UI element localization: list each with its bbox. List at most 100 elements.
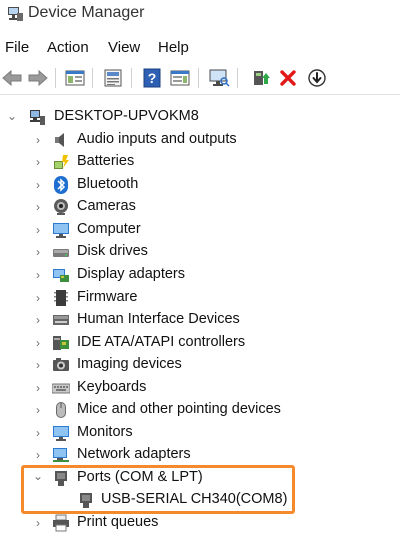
tree-item-display-adapters[interactable]: › Display adapters — [0, 264, 400, 286]
root-label: DESKTOP-UPVOKM8 — [54, 108, 199, 124]
help-icon: ? — [143, 68, 161, 88]
tree-item-label: Cameras — [77, 198, 136, 214]
scan-hardware-button[interactable] — [207, 66, 231, 90]
highlight-box — [21, 465, 295, 514]
back-button[interactable] — [0, 66, 24, 90]
tree-item-disk-drives[interactable]: › Disk drives — [0, 241, 400, 263]
display-adapter-icon — [53, 269, 69, 282]
camera-icon — [54, 199, 68, 215]
update-driver-button[interactable] — [249, 66, 273, 90]
tree-item-firmware[interactable]: › Firmware — [0, 287, 400, 309]
tree-item-label: Display adapters — [77, 266, 185, 282]
chevron-down-icon[interactable]: ⌄ — [7, 110, 17, 122]
forward-button[interactable] — [26, 66, 50, 90]
chevron-right-icon[interactable]: › — [33, 224, 43, 236]
chevron-right-icon[interactable]: › — [33, 179, 43, 191]
tree-item-cameras[interactable]: › Cameras — [0, 196, 400, 218]
tree-item-mice[interactable]: › Mice and other pointing devices — [0, 399, 400, 421]
chevron-right-icon[interactable]: › — [33, 359, 43, 371]
back-arrow-icon — [2, 69, 22, 87]
network-adapter-icon — [53, 448, 69, 462]
keyboard-icon — [52, 383, 70, 394]
tree-item-label: Human Interface Devices — [77, 311, 240, 327]
menu-bar: File Action View Help — [0, 36, 400, 60]
tree-item-label: Imaging devices — [77, 356, 182, 372]
tree-root[interactable]: ⌄ DESKTOP-UPVOKM8 — [0, 106, 400, 128]
chevron-right-icon[interactable]: › — [33, 382, 43, 394]
tree-item-monitors[interactable]: › Monitors — [0, 422, 400, 444]
mouse-icon — [56, 402, 66, 418]
toolbar-separator — [237, 68, 238, 88]
tree-item-print-queues[interactable]: › Print queues — [0, 512, 400, 534]
monitor-icon — [53, 426, 69, 441]
menu-help[interactable]: Help — [158, 39, 189, 56]
disk-drive-icon — [53, 249, 69, 257]
tree-item-label: Firmware — [77, 289, 138, 305]
chevron-right-icon[interactable]: › — [33, 201, 43, 213]
tree-item-label: Computer — [77, 221, 141, 237]
tree-item-batteries[interactable]: › Batteries — [0, 151, 400, 173]
imaging-device-icon — [53, 358, 69, 371]
show-hide-console-tree-button[interactable] — [63, 66, 87, 90]
ide-controller-icon — [53, 336, 69, 350]
tree-item-label: Batteries — [77, 153, 135, 169]
tree-item-bluetooth[interactable]: › Bluetooth — [0, 174, 400, 196]
menu-view[interactable]: View — [108, 39, 140, 56]
tree-item-label: Monitors — [77, 424, 133, 440]
firmware-icon — [54, 290, 68, 306]
properties-icon — [104, 69, 122, 87]
tree-item-label: Bluetooth — [77, 176, 139, 192]
properties-button[interactable] — [101, 66, 125, 90]
toolbar-separator — [92, 68, 93, 88]
action-pane-button[interactable] — [168, 66, 192, 90]
tree-item-hid[interactable]: › Human Interface Devices — [0, 309, 400, 331]
window-title: Device Manager — [28, 4, 145, 21]
chevron-right-icon[interactable]: › — [33, 449, 43, 461]
tree-item-label: Audio inputs and outputs — [77, 131, 237, 147]
menu-file[interactable]: File — [5, 39, 29, 56]
chevron-right-icon[interactable]: › — [33, 134, 43, 146]
chevron-right-icon[interactable]: › — [33, 314, 43, 326]
menu-action[interactable]: Action — [47, 39, 89, 56]
tree-item-keyboards[interactable]: › Keyboards — [0, 377, 400, 399]
help-button[interactable]: ? — [140, 66, 164, 90]
tree-item-ide-controllers[interactable]: › IDE ATA/ATAPI controllers — [0, 332, 400, 354]
tree-item-imaging-devices[interactable]: › Imaging devices — [0, 354, 400, 376]
uninstall-device-icon — [280, 70, 296, 86]
disable-device-icon — [308, 69, 326, 87]
chevron-right-icon[interactable]: › — [33, 427, 43, 439]
tree-item-label: Network adapters — [77, 446, 191, 462]
chevron-right-icon[interactable]: › — [33, 269, 43, 281]
title-bar: Device Manager — [0, 0, 400, 30]
battery-icon — [54, 155, 69, 169]
chevron-right-icon[interactable]: › — [33, 337, 43, 349]
show-hide-console-tree-icon — [65, 70, 85, 86]
chevron-right-icon[interactable]: › — [33, 156, 43, 168]
toolbar-separator — [131, 68, 132, 88]
tree-item-computer[interactable]: › Computer — [0, 219, 400, 241]
toolbar-separator — [55, 68, 56, 88]
uninstall-device-button[interactable] — [276, 66, 300, 90]
svg-text:?: ? — [148, 70, 157, 86]
update-driver-icon — [254, 71, 270, 85]
tree-item-label: Mice and other pointing devices — [77, 401, 281, 417]
hid-icon — [53, 315, 69, 325]
tree-item-label: Keyboards — [77, 379, 147, 395]
printer-icon — [53, 514, 69, 532]
tree-item-network-adapters[interactable]: › Network adapters — [0, 444, 400, 466]
toolbar: ? — [0, 62, 400, 95]
chevron-right-icon[interactable]: › — [33, 404, 43, 416]
forward-arrow-icon — [28, 69, 48, 87]
chevron-right-icon[interactable]: › — [33, 246, 43, 258]
tree-item-label: Print queues — [77, 514, 159, 530]
computer-icon — [53, 223, 69, 238]
scan-hardware-icon — [209, 69, 230, 87]
tree-item-label: Disk drives — [77, 243, 148, 259]
tree-item-audio[interactable]: › Audio inputs and outputs — [0, 129, 400, 151]
disable-device-button[interactable] — [305, 66, 329, 90]
chevron-right-icon[interactable]: › — [33, 517, 43, 529]
chevron-right-icon[interactable]: › — [33, 292, 43, 304]
tree-item-label: IDE ATA/ATAPI controllers — [77, 334, 246, 350]
computer-root-icon — [30, 110, 45, 125]
speaker-icon — [55, 133, 64, 147]
